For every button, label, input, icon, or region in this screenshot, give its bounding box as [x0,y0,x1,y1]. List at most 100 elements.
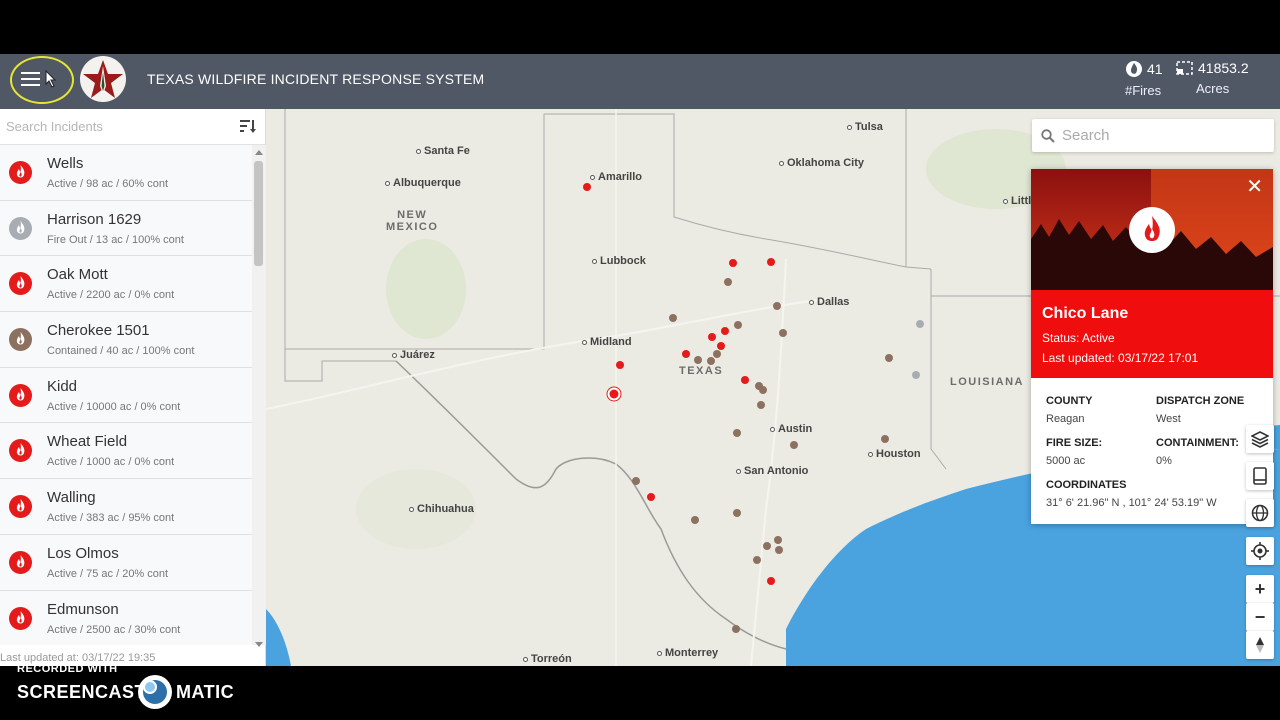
incident-name: Walling [47,489,96,507]
incident-name: Chico Lane [1042,305,1129,322]
zoom-out-button[interactable]: − [1246,603,1274,631]
fire-status-icon [9,328,32,352]
incident-list-scrollbar[interactable] [252,145,266,647]
fire-marker[interactable] [669,314,677,322]
fires-stat: 41 #Fires [1125,60,1163,98]
zoom-in-button[interactable]: + [1246,575,1274,603]
incident-popup: ✕ Chico Lane Status: Active Last updated… [1031,169,1273,524]
fire-status-icon [9,216,32,240]
city-little-rock: Littl [1003,195,1031,207]
fire-marker[interactable] [717,342,725,350]
incident-list-item[interactable]: Wells Active / 98 ac / 60% cont [0,145,252,201]
incident-status: Active / 2500 ac / 30% cont [47,623,181,636]
fire-marker[interactable] [763,542,771,550]
incident-list-item[interactable]: Wheat Field Active / 1000 ac / 0% cont [0,423,252,480]
region-new-mexico: NEW MEXICO [386,209,439,233]
city-santa-fe: Santa Fe [416,145,470,157]
fire-marker[interactable] [775,546,783,554]
fire-marker[interactable] [773,302,781,310]
book-icon [1253,467,1267,485]
fire-marker[interactable] [885,354,893,362]
fire-marker[interactable] [734,321,742,329]
incident-status: Status: Active [1042,331,1115,345]
basemap-button[interactable] [1246,499,1274,527]
fire-marker[interactable] [729,259,737,267]
fire-marker[interactable] [767,577,775,585]
app-title: TEXAS WILDFIRE INCIDENT RESPONSE SYSTEM [147,71,485,87]
fire-marker[interactable] [753,556,761,564]
fire-marker[interactable] [732,625,740,633]
fire-marker[interactable] [916,320,924,328]
incident-list-item[interactable]: Harrison 1629 Fire Out / 13 ac / 100% con… [0,200,252,257]
fire-marker[interactable] [741,376,749,384]
sort-icon[interactable] [239,118,257,134]
incident-list-item[interactable]: Edmunson Active / 2500 ac / 30% cont [0,590,252,645]
fire-marker[interactable] [779,329,787,337]
incident-list-item[interactable]: Walling Active / 383 ac / 95% cont [0,479,252,535]
incident-status: Active / 1000 ac / 0% cont [47,456,175,469]
city-lubbock: Lubbock [592,255,646,267]
incident-list-item[interactable]: Kidd Active / 10000 ac / 0% cont [0,367,252,424]
incident-list-item[interactable]: Oak Mott Active / 2200 ac / 0% cont [0,256,252,313]
fire-marker[interactable] [647,493,655,501]
fire-marker[interactable] [583,183,591,191]
fires-label: #Fires [1125,83,1162,98]
city-juarez: Juárez [392,349,435,361]
city-amarillo: Amarillo [590,171,642,183]
fire-marker[interactable] [724,278,732,286]
fire-marker[interactable] [721,327,729,335]
region-louisiana: LOUISIANA [950,376,1024,388]
scroll-down-icon[interactable] [255,642,263,647]
city-houston: Houston [868,448,921,460]
fire-marker[interactable] [616,361,624,369]
fire-marker[interactable] [767,258,775,266]
city-austin: Austin [770,423,812,435]
fire-marker[interactable] [733,509,741,517]
incident-list-item[interactable]: Cherokee 1501 Contained / 40 ac / 100% co… [0,312,252,368]
menu-button[interactable] [10,56,74,104]
fire-marker[interactable] [733,429,741,437]
fire-marker[interactable] [759,386,767,394]
fire-marker-selected[interactable] [607,387,621,401]
county-value: Reagan [1046,413,1085,425]
map-view[interactable]: Tulsa Santa Fe Oklahoma City Amarillo Al… [266,109,1280,666]
incident-status: Active / 383 ac / 95% cont [47,512,175,525]
legend-button[interactable] [1246,462,1274,490]
scroll-thumb[interactable] [254,161,263,266]
fire-marker[interactable] [713,350,721,358]
fire-marker[interactable] [757,401,765,409]
city-tulsa: Tulsa [847,121,883,133]
area-icon [1176,61,1193,75]
fire-marker[interactable] [682,350,690,358]
fire-marker[interactable] [708,333,716,341]
fire-marker[interactable] [707,357,715,365]
fire-size-label: FIRE SIZE: [1046,437,1103,449]
fire-marker[interactable] [912,371,920,379]
compass-button[interactable] [1246,631,1274,659]
incident-status: Active / 98 ac / 60% cont [47,178,169,190]
fire-marker[interactable] [881,435,889,443]
brand-right-text: MATIC [176,682,235,702]
recorded-with-text: RECORDED WITH [17,663,118,675]
map-search-box[interactable] [1032,119,1274,152]
fire-marker[interactable] [691,516,699,524]
city-albuquerque: Albuquerque [385,177,461,189]
acres-count: 41853.2 [1198,60,1249,76]
fire-marker[interactable] [694,356,702,364]
containment-value: 0% [1156,455,1172,467]
fire-marker[interactable] [790,441,798,449]
map-search-input[interactable] [1062,119,1262,152]
fire-marker[interactable] [632,477,640,485]
search-icon [1041,129,1055,143]
scroll-up-icon[interactable] [255,150,263,155]
incident-search-input[interactable] [0,109,220,143]
incident-search-row [0,109,265,145]
fire-status-icon [9,606,32,630]
incident-list-item[interactable]: Los Olmos Active / 75 ac / 20% cont [0,534,252,591]
top-header: TEXAS WILDFIRE INCIDENT RESPONSE SYSTEM … [0,54,1280,109]
locate-button[interactable] [1246,537,1274,565]
layers-button[interactable] [1246,425,1274,453]
brand-left-text: SCREENCAST [17,682,147,702]
fire-marker[interactable] [774,536,782,544]
close-icon[interactable]: ✕ [1246,177,1263,197]
